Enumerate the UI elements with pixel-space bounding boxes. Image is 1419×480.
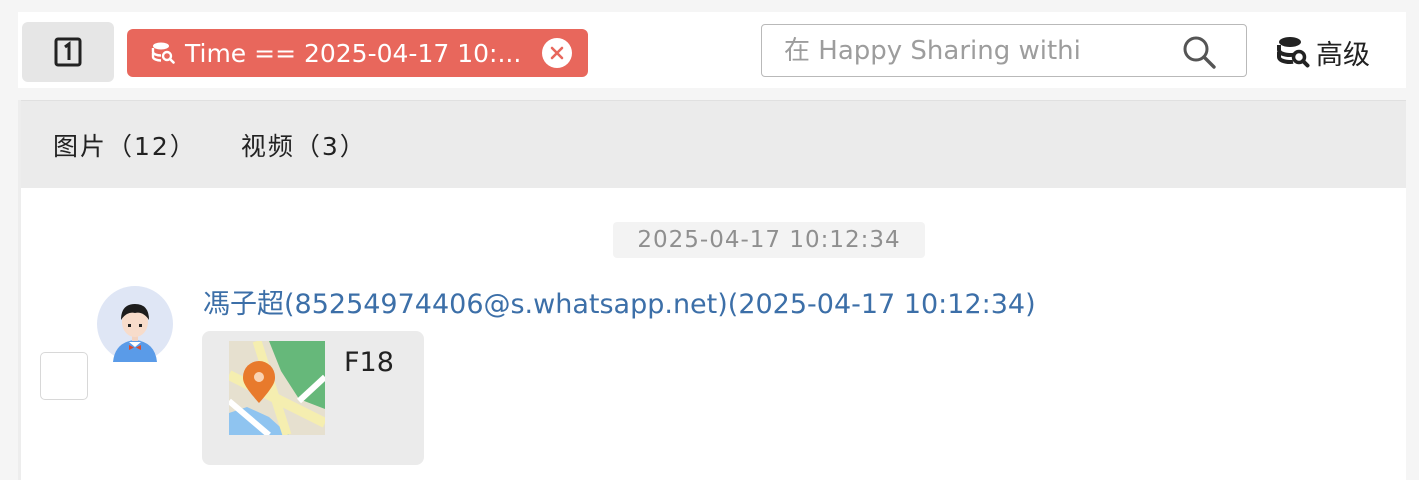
filter-chip[interactable]: Time == 2025-04-17 10:... [127,29,588,77]
search-input[interactable] [782,32,1122,70]
date-separator: 2025-04-17 10:12:34 [613,222,925,258]
advanced-search-button[interactable]: 高级 [1276,28,1370,76]
search-icon[interactable] [1180,34,1220,70]
location-message-bubble[interactable]: F18 [202,331,424,465]
database-search-icon [1277,37,1310,68]
map-icon [229,341,325,435]
panel-toggle-button[interactable] [22,22,114,82]
advanced-search-label: 高级 [1316,39,1370,71]
location-name: F18 [344,347,394,378]
conversation-panel: 图片（12） 视频（3） 2025-04-17 10:12:34 馮子超(852… [18,100,1406,480]
panel-toggle-icon [54,37,82,67]
media-tab-bar: 图片（12） 视频（3） [21,100,1406,188]
message-sender[interactable]: 馮子超(85254974406@s.whatsapp.net)(2025-04-… [203,282,1036,321]
search-box [761,24,1247,77]
close-circle-icon[interactable] [542,38,572,68]
tab-images[interactable]: 图片（12） [53,127,197,163]
tab-videos[interactable]: 视频（3） [241,127,367,163]
toolbar: Time == 2025-04-17 10:... 高级 [18,12,1406,88]
message-select-checkbox[interactable] [40,352,88,400]
database-search-icon [151,42,175,64]
filter-chip-label: Time == 2025-04-17 10:... [185,38,522,68]
avatar [97,286,173,362]
